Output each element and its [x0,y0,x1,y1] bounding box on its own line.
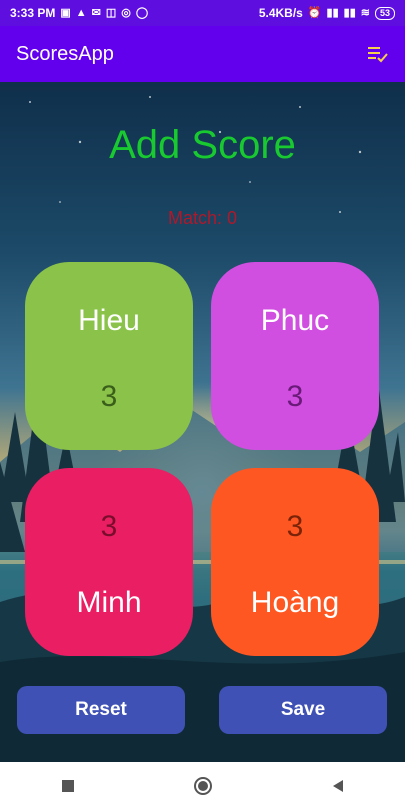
system-nav-bar [0,762,405,810]
warning-icon: ▲ [75,6,87,19]
page-title: Add Score [109,123,296,167]
wifi-icon: ≋ [360,6,370,19]
home-icon[interactable] [183,766,223,806]
player-card-hoang[interactable]: 3 Hoàng [211,468,379,656]
player-name: Hoàng [250,586,340,619]
player-score: 3 [100,510,118,543]
signal-icon: ▮▮ [326,6,339,19]
player-score: 3 [100,380,118,413]
network-speed: 5.4KB/s [258,6,303,20]
player-card-hieu[interactable]: Hieu 3 [25,262,193,450]
chat-icon: ◯ [135,6,149,19]
app-title: ScoresApp [16,42,114,65]
app-bar: ScoresApp [0,26,405,82]
player-name: Hieu [78,304,140,337]
wifi-call-icon: ◎ [121,6,131,19]
status-time: 3:33 PM [10,6,56,20]
app-icon: ◫ [105,6,117,19]
player-score: 3 [286,380,304,413]
notification-icon: ▣ [60,6,71,19]
reset-button[interactable]: Reset [17,686,185,734]
alarm-icon: ⏰ [307,6,322,19]
signal-icon-2: ▮▮ [343,6,356,19]
back-icon[interactable] [318,766,358,806]
save-button[interactable]: Save [219,686,387,734]
player-score: 3 [286,510,304,543]
player-name: Minh [76,586,142,619]
recent-apps-icon[interactable] [48,766,88,806]
match-counter: Match: 0 [167,208,238,228]
player-card-phuc[interactable]: Phuc 3 [211,262,379,450]
playlist-check-icon[interactable] [365,42,389,66]
player-name: Phuc [260,304,330,337]
status-right: 5.4KB/s ⏰ ▮▮ ▮▮ ≋ 53 [259,6,395,20]
player-card-minh[interactable]: 3 Minh [25,468,193,656]
status-bar: 3:33 PM ▣ ▲ ✉ ◫ ◎ ◯ 5.4KB/s ⏰ ▮▮ ▮▮ ≋ 53 [0,0,405,26]
mail-icon: ✉ [91,6,101,19]
battery-level: 53 [374,6,395,20]
status-left: 3:33 PM ▣ ▲ ✉ ◫ ◎ ◯ [10,6,148,20]
